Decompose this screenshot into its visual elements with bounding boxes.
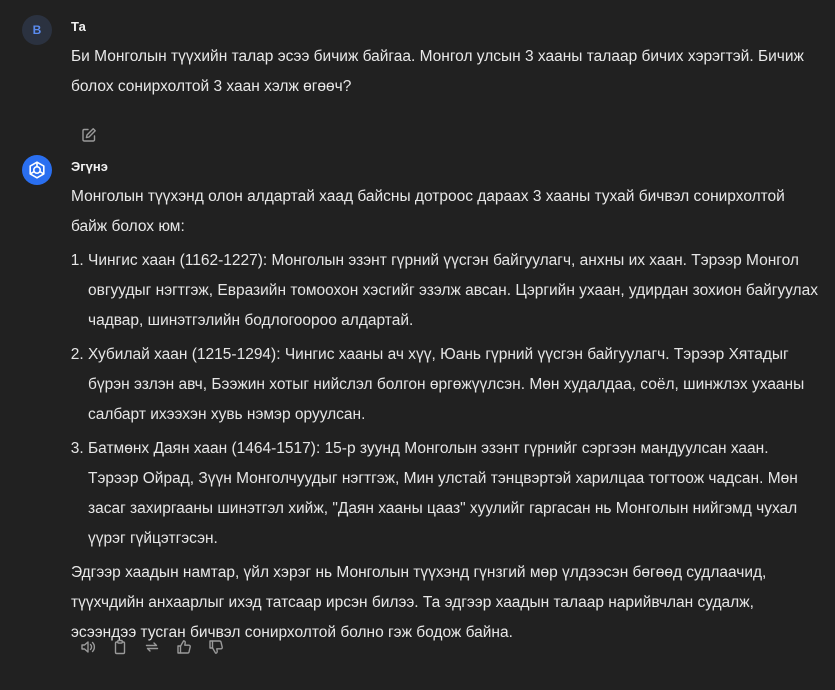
user-avatar: B xyxy=(22,15,52,45)
list-item: Хубилай хаан (1215-1294): Чингис хааны а… xyxy=(88,340,823,430)
list-item: Чингис хаан (1162-1227): Монголын эзэнт … xyxy=(88,246,823,336)
copy-icon xyxy=(112,639,128,655)
assistant-intro-text: Монголын түүхэнд олон алдартай хаад байс… xyxy=(71,188,785,235)
assistant-avatar xyxy=(22,155,52,185)
user-message-text: Би Монголын түүхийн талар эсээ бичиж бай… xyxy=(71,48,804,95)
assistant-outro-text: Эдгээр хаадын намтар, үйл хэрэг нь Монго… xyxy=(71,564,767,641)
list-item: Батмөнх Даян хаан (1464-1517): 15-р зуун… xyxy=(88,434,823,554)
user-avatar-letter: B xyxy=(32,23,42,37)
assistant-sender-name: Эгүнэ xyxy=(71,159,108,174)
regenerate-icon xyxy=(144,639,160,655)
copy-button[interactable] xyxy=(110,637,130,657)
speaker-icon xyxy=(80,639,96,655)
thumbs-down-button[interactable] xyxy=(206,637,226,657)
edit-icon xyxy=(81,127,97,143)
assistant-message-content: Эгүнэ Монголын түүхэнд олон алдартай хаа… xyxy=(71,155,823,648)
assistant-logo-icon xyxy=(27,160,47,180)
user-message-content: Та Би Монголын түүхийн талар эсээ бичиж … xyxy=(71,15,823,102)
thumbs-down-icon xyxy=(208,639,224,655)
regenerate-button[interactable] xyxy=(142,637,162,657)
khan-list: Чингис хаан (1162-1227): Монголын эзэнт … xyxy=(71,246,823,554)
user-sender-name: Та xyxy=(71,19,86,34)
thumbs-up-button[interactable] xyxy=(174,637,194,657)
thumbs-up-icon xyxy=(176,639,192,655)
message-actions xyxy=(78,637,226,657)
edit-message-button[interactable] xyxy=(79,125,99,145)
read-aloud-button[interactable] xyxy=(78,637,98,657)
